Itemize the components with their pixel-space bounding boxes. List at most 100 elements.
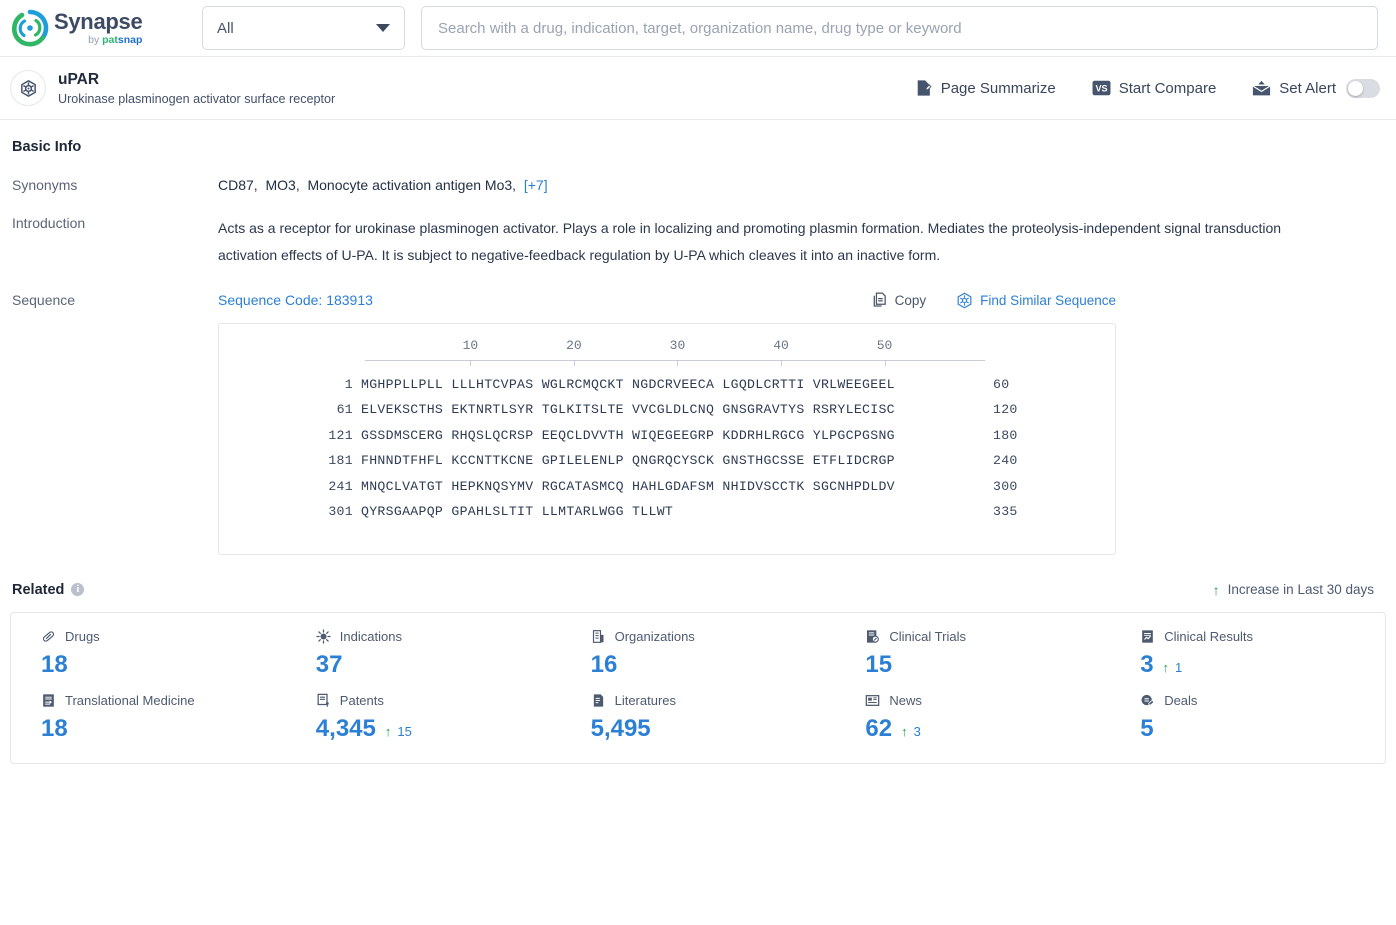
ruler-tick: [470, 359, 472, 366]
introduction-row: Introduction Acts as a receptor for urok…: [10, 215, 1386, 270]
capsule-icon: [41, 629, 56, 644]
related-item-clinical-results[interactable]: Clinical Results 3 ↑ 1: [1110, 629, 1385, 679]
ruler-tick: [884, 359, 886, 366]
sequence-residues: FHNNDTFHFL KCCNTTKCNE GPILELENLP QNGRQCY…: [361, 453, 895, 469]
related-item-deals[interactable]: Deals 5: [1110, 693, 1385, 743]
sequence-start-index: 121: [328, 427, 353, 443]
page-summarize-label: Page Summarize: [940, 79, 1056, 97]
sequence-residues: MGHPPLLPLL LLLHTCVPAS WGLRCMQCKT NGDCRVE…: [361, 376, 895, 392]
up-arrow-icon: ↑: [1212, 581, 1220, 598]
search-category-value: All: [217, 19, 234, 37]
page-summarize-button[interactable]: Page Summarize: [915, 79, 1056, 97]
sequence-line: 181 FHNNDTFHFL KCCNTTKCNE GPILELENLP QNG…: [219, 448, 1115, 474]
virus-icon: [316, 628, 331, 644]
synonyms-label: Synonyms: [12, 177, 78, 193]
search-bar[interactable]: [421, 6, 1378, 50]
info-icon[interactable]: i: [71, 583, 85, 597]
logo-snap-label: snap: [117, 33, 143, 46]
start-compare-button[interactable]: VS Start Compare: [1092, 80, 1216, 97]
sequence-end-index: 120: [993, 402, 1018, 418]
related-item-label: Patents: [339, 692, 384, 708]
ruler-tick-label: 50: [876, 337, 893, 353]
set-alert-toggle[interactable]: [1346, 78, 1380, 98]
introduction-text: Acts as a receptor for urokinase plasmin…: [218, 220, 1282, 264]
sequence-start-index: 61: [336, 402, 353, 418]
related-item-clinical-trials[interactable]: Clinical Trials 15: [835, 629, 1110, 679]
related-heading-label: Related: [12, 581, 65, 598]
up-arrow-icon: ↑: [901, 723, 908, 739]
related-item-label: Clinical Trials: [889, 628, 966, 644]
related-item-literatures[interactable]: Literatures 5,495: [561, 693, 836, 743]
search-category-select[interactable]: All: [202, 6, 405, 50]
related-item-value: 18: [41, 714, 68, 742]
news-icon: [865, 693, 880, 708]
svg-text:VS: VS: [1095, 83, 1107, 93]
logo-title: Synapse: [54, 8, 143, 34]
sequence-line: 241 MNQCLVATGT HEPKNQSYMV RGCATASMCQ HAH…: [219, 474, 1115, 500]
main-content: Basic Info Synonyms CD87, MO3, Monocyte …: [0, 139, 1396, 764]
sequence-tools: Copy Find Similar Sequence: [842, 292, 1386, 309]
versus-icon: VS: [1092, 80, 1111, 96]
related-item-label: News: [889, 692, 922, 708]
clinical-result-icon: [1140, 629, 1155, 644]
alert-mail-icon: [1252, 80, 1271, 97]
related-heading: Related i: [12, 581, 85, 598]
related-metrics-grid: Drugs 18 Indications 37 Organizations 16…: [10, 611, 1386, 764]
related-item-news[interactable]: News 62 ↑ 3: [835, 692, 1110, 743]
basic-info-heading-label: Basic Info: [12, 139, 82, 155]
related-item-delta: ↑ 3: [901, 724, 921, 739]
logo-pat-label: pat: [102, 33, 118, 46]
sequence-panel: 10 20 30 40 50 1 MGHPPLLPLL LLLHTCVPAS W…: [218, 322, 1116, 555]
sequence-start-index: 301: [328, 504, 353, 520]
related-item-patents[interactable]: Patents 4,345 ↑ 15: [286, 693, 561, 743]
ruler-baseline: [365, 359, 985, 361]
synonyms-more-link[interactable]: [+7]: [524, 177, 548, 193]
find-similar-sequence-button[interactable]: Find Similar Sequence: [956, 292, 1116, 309]
increase-legend-label: Increase in Last 30 days: [1227, 582, 1374, 598]
deals-icon: [1140, 693, 1155, 708]
sequence-residues: MNQCLVATGT HEPKNQSYMV RGCATASMCQ HAHLGDA…: [361, 478, 895, 494]
sequence-end-index: 300: [993, 478, 1018, 494]
target-icon: [10, 70, 46, 106]
related-item-value: 5: [1140, 714, 1154, 742]
sequence-end-index: 60: [993, 376, 1010, 392]
related-item-label: Indications: [339, 628, 402, 644]
related-item-indications[interactable]: Indications 37: [286, 629, 561, 679]
sequence-end-index: 180: [993, 427, 1018, 443]
related-item-value: 37: [315, 650, 343, 678]
entity-title: uPAR: [58, 71, 100, 89]
up-arrow-icon: ↑: [384, 723, 392, 739]
synonym-item: CD87: [218, 177, 254, 193]
related-item-delta-value: 1: [1175, 659, 1183, 675]
related-header: Related i ↑ Increase in Last 30 days: [12, 582, 1386, 598]
related-item-organizations[interactable]: Organizations 16: [561, 629, 836, 679]
related-item-label: Clinical Results: [1164, 628, 1254, 644]
sequence-residues: ELVEKSCTHS EKTNRTLSYR TGLKITSLTE VVCGLDL…: [361, 402, 895, 418]
sequence-code-link[interactable]: Sequence Code: 183913: [218, 292, 373, 308]
synapse-logo[interactable]: Synapse by patsnap: [10, 8, 190, 48]
related-item-label: Drugs: [65, 628, 100, 644]
copy-button[interactable]: Copy: [872, 292, 926, 308]
clinical-trial-icon: [865, 629, 880, 644]
sequence-value: Sequence Code: 183913 Copy Find Similar …: [218, 292, 1386, 555]
related-item-value: 15: [865, 650, 893, 678]
building-icon: [591, 629, 606, 644]
chevron-down-icon: [376, 24, 390, 32]
set-alert-button[interactable]: Set Alert: [1252, 78, 1380, 98]
top-bar: Synapse by patsnap All: [0, 0, 1396, 57]
synonym-item: MO3: [265, 177, 296, 193]
related-item-label: Organizations: [614, 628, 695, 644]
patent-icon: [316, 693, 331, 708]
related-item-label: Literatures: [614, 692, 677, 708]
ruler-tick-label: 20: [566, 337, 582, 353]
related-item-translational-medicine[interactable]: Translational Medicine 18: [11, 693, 286, 743]
sequence-line: 61 ELVEKSCTHS EKTNRTLSYR TGLKITSLTE VVCG…: [219, 397, 1115, 423]
related-item-drugs[interactable]: Drugs 18: [11, 629, 286, 679]
search-input[interactable]: [436, 18, 1363, 38]
related-item-delta: ↑ 15: [385, 724, 412, 739]
sequence-line: 1 MGHPPLLPLL LLLHTCVPAS WGLRCMQCKT NGDCR…: [219, 372, 1115, 398]
related-item-value: 3: [1140, 650, 1154, 678]
sequence-line: 301 QYRSGAAPQP GPAHLSLTIT LLMTARLWGG TLL…: [219, 499, 1115, 525]
increase-legend: ↑ Increase in Last 30 days: [1213, 582, 1386, 598]
entity-subtitle: Urokinase plasminogen activator surface …: [58, 91, 336, 106]
